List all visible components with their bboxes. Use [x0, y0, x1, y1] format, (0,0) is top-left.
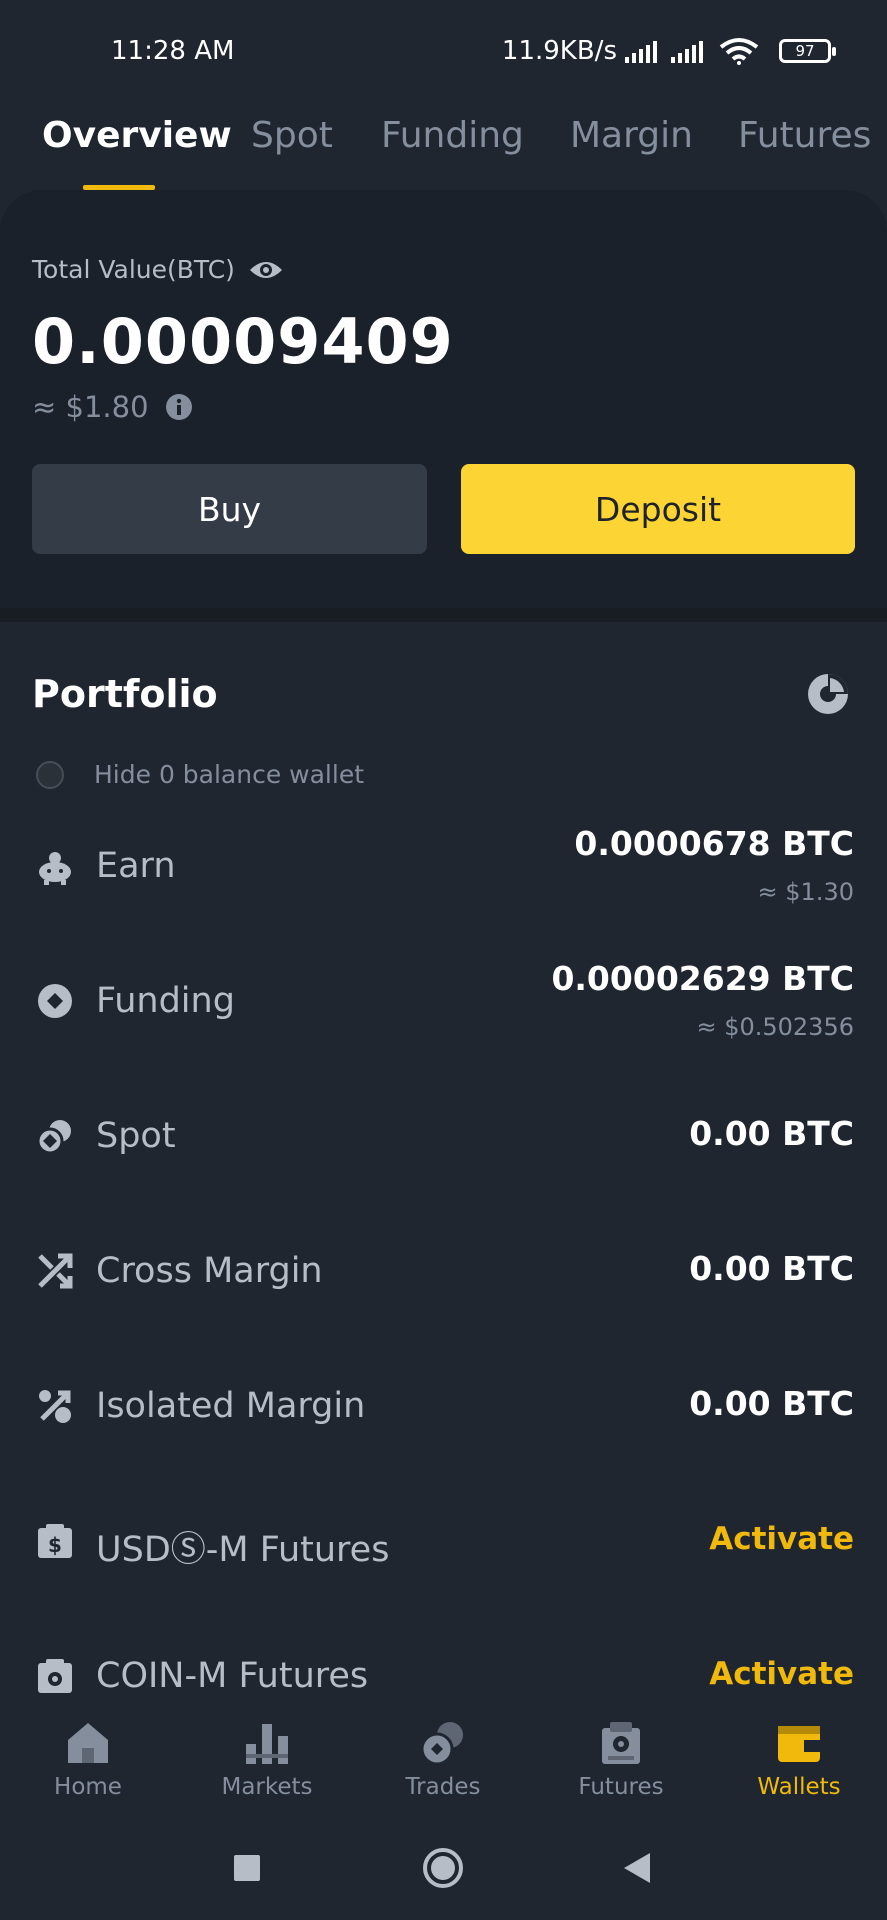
- wallet-row-funding[interactable]: Funding 0.00002629 BTC ≈ $0.502356: [0, 955, 887, 1055]
- section-divider: [0, 608, 887, 622]
- svg-text:$: $: [48, 1533, 62, 1557]
- wallet-amount: 0.00 BTC: [689, 1384, 854, 1423]
- home-icon: [68, 1723, 108, 1763]
- wallet-amount: 0.00 BTC: [689, 1249, 854, 1288]
- nav-wallets[interactable]: Wallets: [729, 1720, 869, 1800]
- trades-icon: [420, 1722, 463, 1766]
- status-bar: 11:28 AM 11.9KB/s 97: [0, 0, 887, 100]
- nav-markets[interactable]: Markets: [197, 1720, 337, 1800]
- spot-icon: [36, 1120, 71, 1155]
- total-usd-value: ≈ $1.80: [32, 390, 149, 424]
- status-time: 11:28 AM: [111, 36, 235, 66]
- wallet-row-isolated-margin[interactable]: Isolated Margin 0.00 BTC: [0, 1360, 887, 1460]
- nav-futures[interactable]: Futures: [551, 1720, 691, 1800]
- hide-zero-label: Hide 0 balance wallet: [94, 760, 365, 789]
- funding-icon: [38, 984, 72, 1018]
- futures-icon: [602, 1722, 640, 1764]
- total-value-label: Total Value(BTC): [32, 255, 235, 284]
- usd-futures-icon: $: [38, 1524, 72, 1558]
- wallet-row-spot[interactable]: Spot 0.00 BTC: [0, 1090, 887, 1190]
- wallet-row-earn[interactable]: Earn 0.0000678 BTC ≈ $1.30: [0, 820, 887, 920]
- bottom-nav: Home Markets Trades Futures Wallets: [0, 1700, 887, 1820]
- wallet-row-usds-m-futures[interactable]: $ USDⓈ-M Futures Activate: [0, 1495, 887, 1595]
- recent-apps-icon[interactable]: [232, 1853, 262, 1883]
- tab-margin[interactable]: Margin: [570, 115, 693, 156]
- tab-overview[interactable]: Overview: [42, 115, 232, 156]
- hide-zero-balance-row[interactable]: Hide 0 balance wallet: [36, 760, 364, 789]
- wallet-tabs: Overview Spot Funding Margin Futures: [0, 115, 887, 195]
- total-usd-row: ≈ $1.80: [32, 390, 193, 424]
- nav-home[interactable]: Home: [18, 1720, 158, 1800]
- wallet-name: Earn: [96, 846, 176, 886]
- coin-futures-icon: [38, 1659, 72, 1693]
- wallet-name: Cross Margin: [96, 1251, 323, 1291]
- info-icon[interactable]: [165, 393, 193, 421]
- tab-spot[interactable]: Spot: [251, 115, 333, 156]
- total-value-label-row: Total Value(BTC): [32, 255, 283, 284]
- nav-label: Trades: [405, 1774, 481, 1800]
- back-icon[interactable]: [622, 1851, 652, 1885]
- system-nav-bar: [0, 1820, 887, 1920]
- tab-futures[interactable]: Futures: [738, 115, 871, 156]
- status-right: 11.9KB/s 97: [501, 36, 836, 66]
- wallet-amount: 0.00002629 BTC: [551, 959, 854, 998]
- nav-label: Futures: [578, 1774, 664, 1800]
- wallet-name: Isolated Margin: [96, 1386, 366, 1426]
- piggy-bank-icon: [39, 852, 71, 885]
- pie-chart-icon[interactable]: [807, 673, 849, 715]
- wallet-usd: ≈ $0.502356: [696, 1013, 854, 1041]
- wallet-amount: 0.00 BTC: [689, 1114, 854, 1153]
- tab-funding[interactable]: Funding: [381, 115, 524, 156]
- wallet-name: Spot: [96, 1116, 176, 1156]
- battery-icon: 97: [779, 39, 836, 63]
- wallet-row-cross-margin[interactable]: Cross Margin 0.00 BTC: [0, 1225, 887, 1325]
- home-circle-icon[interactable]: [422, 1847, 464, 1889]
- hide-zero-radio[interactable]: [36, 760, 64, 789]
- wallet-name: Funding: [96, 981, 235, 1021]
- wallet-name: COIN-M Futures: [96, 1656, 369, 1696]
- eye-icon[interactable]: [249, 258, 283, 282]
- nav-label: Wallets: [757, 1774, 841, 1800]
- wallet-icon: [778, 1726, 820, 1762]
- deposit-button[interactable]: Deposit: [461, 464, 855, 554]
- wallet-usd: ≈ $1.30: [757, 878, 854, 906]
- nav-trades[interactable]: Trades: [373, 1720, 513, 1800]
- wallet-amount: 0.0000678 BTC: [574, 824, 854, 863]
- bar-chart-icon: [246, 1724, 288, 1764]
- network-speed: 11.9KB/s: [501, 36, 617, 66]
- signal-icon: [625, 39, 657, 63]
- wallet-name: USDⓈ-M Futures: [96, 1530, 390, 1570]
- wifi-icon: [719, 38, 759, 65]
- buy-button[interactable]: Buy: [32, 464, 427, 554]
- cross-arrows-icon: [38, 1253, 73, 1289]
- total-value: 0.00009409: [32, 305, 454, 378]
- percent-icon: [39, 1390, 71, 1423]
- portfolio-title: Portfolio: [32, 672, 218, 716]
- signal-icon-2: [671, 39, 703, 63]
- activate-link[interactable]: Activate: [709, 1521, 854, 1557]
- nav-label: Home: [54, 1774, 122, 1800]
- activate-link[interactable]: Activate: [709, 1656, 854, 1692]
- nav-label: Markets: [221, 1774, 313, 1800]
